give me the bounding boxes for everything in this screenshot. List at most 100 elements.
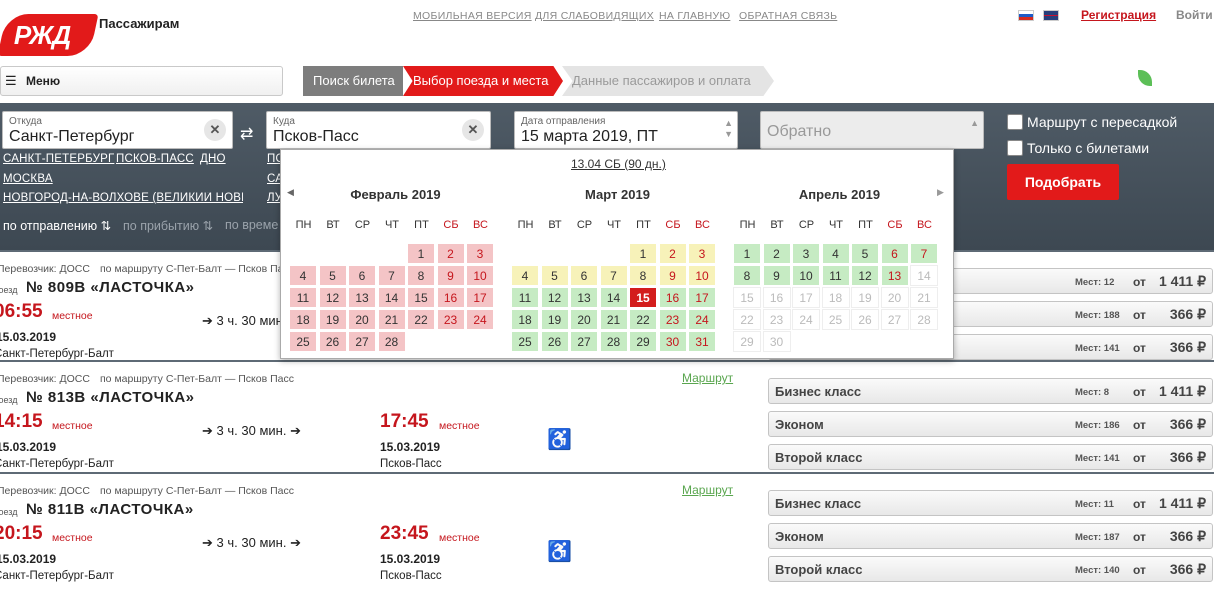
calendar-day[interactable]: 5	[318, 265, 347, 286]
calendar-day[interactable]: 7	[377, 265, 406, 286]
calendar-day[interactable]: 7	[910, 243, 938, 264]
calendar-day[interactable]: 10	[792, 265, 820, 286]
calendar-day[interactable]: 12	[318, 287, 347, 308]
route-link[interactable]: Маршрут	[682, 483, 733, 497]
calendar-day[interactable]: 17	[688, 287, 716, 308]
feedback-link[interactable]: ОБРАТНАЯ СВЯЗЬ	[739, 10, 837, 22]
calendar-day[interactable]: 19	[318, 309, 347, 330]
calendar-day[interactable]: 20	[570, 309, 598, 330]
home-link[interactable]: НА ГЛАВНУЮ	[659, 10, 730, 22]
calendar-day[interactable]: 16	[436, 287, 465, 308]
calendar-day[interactable]: 15	[407, 287, 435, 308]
suggestion-novgorod[interactable]: НОВГОРОД-НА-ВОЛХОВЕ (ВЕЛИКИЙ НОВГ	[3, 192, 243, 204]
calendar-day[interactable]: 30	[658, 331, 687, 352]
calendar-day[interactable]: 24	[466, 309, 494, 330]
register-link[interactable]: Регистрация	[1081, 8, 1156, 22]
calendar-day[interactable]: 1	[407, 243, 435, 264]
train-number[interactable]: № 809В «ЛАСТОЧКА»	[26, 279, 195, 296]
calendar-day[interactable]: 3	[688, 243, 716, 264]
car-class-option[interactable]: Второй класс Мест: 141 от 366 ₽	[768, 444, 1213, 470]
from-field[interactable]: Откуда Санкт-Петербург ✕	[2, 111, 233, 149]
calendar-day[interactable]: 14	[599, 287, 628, 308]
return-spinner-icon[interactable]: ▲	[970, 118, 979, 129]
suggestion-pskov[interactable]: ПСКОВ-ПАСС	[116, 153, 194, 165]
calendar-day[interactable]: 21	[377, 309, 406, 330]
calendar-day[interactable]: 13	[570, 287, 598, 308]
flag-ru-icon[interactable]	[1018, 10, 1034, 21]
calendar-day[interactable]: 12	[851, 265, 879, 286]
calendar-day[interactable]: 18	[289, 309, 317, 330]
car-class-option[interactable]: Эконом Мест: 187 от 366 ₽	[768, 523, 1213, 549]
calendar-day[interactable]: 9	[436, 265, 465, 286]
clear-to-icon[interactable]: ✕	[462, 119, 484, 141]
swap-icon[interactable]: ⇄	[240, 124, 253, 144]
route-link[interactable]: Маршрут	[682, 371, 733, 385]
calendar-day[interactable]: 4	[289, 265, 317, 286]
calendar-day[interactable]: 5	[540, 265, 569, 286]
flag-en-icon[interactable]	[1043, 10, 1059, 21]
car-class-option[interactable]: Бизнес класс Мест: 8 от 1 411 ₽	[768, 378, 1213, 404]
car-class-option[interactable]: Эконом Мест: 186 от 366 ₽	[768, 411, 1213, 437]
calendar-day[interactable]: 28	[377, 331, 406, 352]
step-search[interactable]: Поиск билета	[303, 66, 403, 96]
menu-button[interactable]: ☰ Меню	[0, 66, 283, 96]
calendar-day[interactable]: 4	[511, 265, 539, 286]
calendar-day[interactable]: 6	[570, 265, 598, 286]
calendar-day[interactable]: 29	[629, 331, 657, 352]
calendar-day[interactable]: 7	[599, 265, 628, 286]
calendar-day[interactable]: 16	[658, 287, 687, 308]
calendar-day[interactable]: 26	[318, 331, 347, 352]
search-submit-button[interactable]: Подобрать	[1007, 164, 1119, 200]
calendar-day[interactable]: 6	[880, 243, 909, 264]
calendar-day[interactable]: 28	[599, 331, 628, 352]
calendar-day[interactable]: 24	[688, 309, 716, 330]
calendar-day[interactable]: 22	[407, 309, 435, 330]
mobile-version-link[interactable]: МОБИЛЬНАЯ ВЕРСИЯ	[413, 10, 532, 22]
calendar-day[interactable]: 17	[466, 287, 494, 308]
calendar-day[interactable]: 31	[688, 331, 716, 352]
calendar-day[interactable]: 23	[658, 309, 687, 330]
tickets-only-checkbox[interactable]	[1007, 140, 1023, 156]
calendar-day[interactable]: 23	[436, 309, 465, 330]
calendar-day[interactable]: 15	[629, 287, 657, 308]
train-number[interactable]: № 813В «ЛАСТОЧКА»	[26, 389, 195, 406]
date-field[interactable]: Дата отправления 15 марта 2019, ПТ ▲ ▼	[514, 111, 738, 149]
calendar-day[interactable]: 4	[821, 243, 850, 264]
login-link[interactable]: Войти	[1176, 8, 1213, 22]
date-spinner-icon[interactable]: ▲ ▼	[724, 118, 733, 140]
calendar-day[interactable]: 11	[289, 287, 317, 308]
train-number[interactable]: № 811В «ЛАСТОЧКА»	[26, 501, 194, 518]
calendar-day[interactable]: 2	[762, 243, 791, 264]
calendar-day[interactable]: 10	[688, 265, 716, 286]
clear-from-icon[interactable]: ✕	[204, 119, 226, 141]
calendar-day[interactable]: 6	[348, 265, 376, 286]
calendar-day[interactable]: 20	[348, 309, 376, 330]
calendar-day[interactable]: 3	[466, 243, 494, 264]
calendar-day[interactable]: 8	[407, 265, 435, 286]
calendar-day[interactable]: 26	[540, 331, 569, 352]
calendar-day[interactable]: 22	[629, 309, 657, 330]
calendar-day[interactable]: 27	[570, 331, 598, 352]
suggestion-dno[interactable]: ДНО	[200, 153, 226, 165]
calendar-day[interactable]: 25	[289, 331, 317, 352]
calendar-day[interactable]: 25	[511, 331, 539, 352]
sort-departure[interactable]: по отправлению ⇅	[3, 218, 111, 233]
sort-arrival[interactable]: по прибытию ⇅	[123, 218, 213, 233]
suggestion-spb[interactable]: САНКТ-ПЕТЕРБУРГ	[3, 153, 114, 165]
sort-time[interactable]: по време	[225, 218, 278, 232]
calendar-day[interactable]: 21	[599, 309, 628, 330]
rzd-logo[interactable]: РЖД	[0, 14, 99, 56]
calendar-day[interactable]: 3	[792, 243, 820, 264]
calendar-day[interactable]: 9	[658, 265, 687, 286]
suggestion-moscow[interactable]: МОСКВА	[3, 173, 53, 185]
calendar-day[interactable]: 13	[348, 287, 376, 308]
calendar-day[interactable]: 9	[762, 265, 791, 286]
car-class-option[interactable]: Бизнес класс Мест: 11 от 1 411 ₽	[768, 490, 1213, 516]
calendar-day[interactable]: 8	[733, 265, 761, 286]
calendar-day[interactable]: 19	[540, 309, 569, 330]
car-class-option[interactable]: Второй класс Мест: 140 от 366 ₽	[768, 556, 1213, 582]
calendar-day[interactable]: 18	[511, 309, 539, 330]
calendar-day[interactable]: 1	[733, 243, 761, 264]
calendar-day[interactable]: 10	[466, 265, 494, 286]
calendar-day[interactable]: 13	[880, 265, 909, 286]
